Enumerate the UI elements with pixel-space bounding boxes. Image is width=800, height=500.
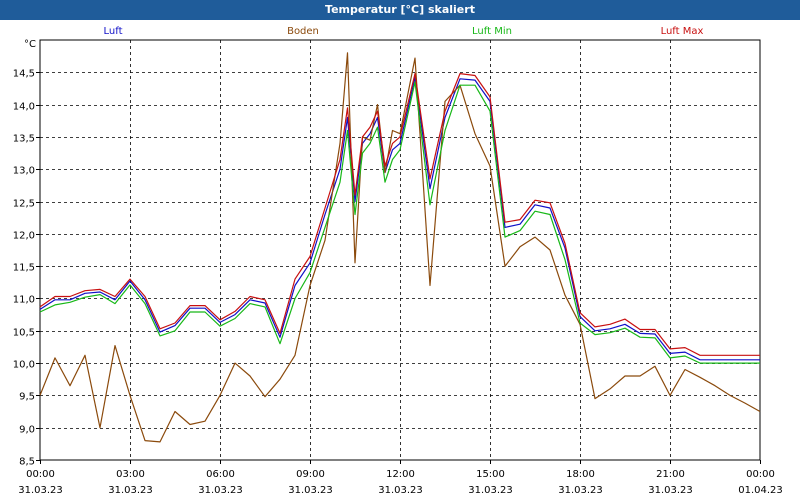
x-tick-date-label: 31.03.23 xyxy=(198,485,243,496)
x-tick-time-label: 18:00 xyxy=(566,469,595,480)
y-tick-label: 9,5 xyxy=(19,392,35,403)
y-tick-label: 14,0 xyxy=(13,102,35,113)
y-tick-label: 13,0 xyxy=(13,166,35,177)
legend-entry-luft-min: Luft Min xyxy=(472,26,512,37)
y-tick-label: 9,0 xyxy=(19,425,35,436)
legend-entry-luft: Luft xyxy=(104,26,123,37)
series-layer xyxy=(39,52,761,443)
series-line-luft xyxy=(39,76,760,361)
x-tick-date-label: 31.03.23 xyxy=(378,485,423,496)
y-tick-label: 11,0 xyxy=(13,295,35,306)
x-tick-date-label: 31.03.23 xyxy=(558,485,603,496)
x-tick-date-label: 31.03.23 xyxy=(468,485,513,496)
axis-layer: 8,5 9,0 9,5 10,0 10,5 11,0 11,5 12,0 12,5 13,0 13,… xyxy=(13,39,783,496)
x-tick-time-label: 00:00 xyxy=(26,469,55,480)
y-tick-label: 12,5 xyxy=(13,199,35,210)
series-line-luft-min xyxy=(39,81,760,364)
y-tick-label: 12,0 xyxy=(13,231,35,242)
title-bar: Temperatur [°C] skaliert xyxy=(0,0,800,20)
x-tick-time-label: 00:00 xyxy=(746,469,775,480)
series-line-luft-max xyxy=(39,72,760,356)
y-tick-label: 13,5 xyxy=(13,134,35,145)
x-tick-time-label: 15:00 xyxy=(476,469,505,480)
series-line-boden xyxy=(39,52,761,443)
y-tick-label: 11,5 xyxy=(13,263,35,274)
temperature-chart: 8,5 9,0 9,5 10,0 10,5 11,0 11,5 12,0 12,5 13,0 13,… xyxy=(13,26,783,496)
x-tick-time-label: 03:00 xyxy=(116,469,145,480)
legend-entry-boden: Boden xyxy=(287,26,319,37)
grid-layer xyxy=(40,40,760,460)
chart-title: Temperatur [°C] skaliert xyxy=(325,3,475,16)
y-tick-label: 14,5 xyxy=(13,69,35,80)
x-tick-date-label: 31.03.23 xyxy=(288,485,333,496)
plot-border xyxy=(39,39,761,461)
x-tick-time-label: 09:00 xyxy=(296,469,325,480)
y-tick-label: 8,5 xyxy=(19,457,35,468)
x-tick-time-label: 06:00 xyxy=(206,469,235,480)
y-axis-label: °C xyxy=(24,39,36,50)
x-tick-time-label: 12:00 xyxy=(386,469,415,480)
x-tick-date-label: 31.03.23 xyxy=(108,485,153,496)
y-tick-label: 10,5 xyxy=(13,328,35,339)
legend-entry-luft-max: Luft Max xyxy=(661,26,704,37)
y-tick-label: 10,0 xyxy=(13,360,35,371)
x-tick-date-label: 31.03.23 xyxy=(18,485,63,496)
x-tick-date-label: 31.03.23 xyxy=(648,485,693,496)
x-tick-time-label: 21:00 xyxy=(656,469,685,480)
x-tick-date-label: 01.04.23 xyxy=(738,485,783,496)
chart-window: Temperatur [°C] skaliert 8,5 9,0 9,5 10,0 10… xyxy=(0,0,800,500)
legend: Luft Boden Luft Min Luft Max xyxy=(104,26,704,37)
